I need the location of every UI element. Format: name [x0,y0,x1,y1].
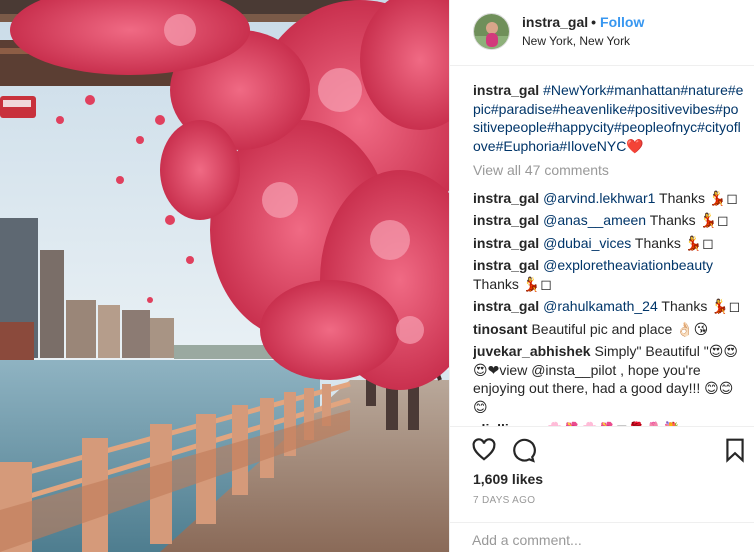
follow-button[interactable]: Follow [600,14,644,30]
add-comment-bar [450,522,754,552]
caption-username[interactable]: instra_gal [473,82,539,98]
comment-text: Thanks 💃◻ [631,234,714,251]
comment-text: Thanks 💃◻ [473,275,552,292]
comment-text: Thanks 💃◻ [655,189,738,206]
separator-dot: • [591,14,597,30]
post-side-panel: instra_gal • Follow New York, New York ins… [449,0,754,552]
comment-mention[interactable]: @anas__ameen [543,212,646,228]
avatar[interactable] [473,13,510,50]
timestamp[interactable]: 7 DAYS AGO [473,495,535,506]
comment-username[interactable]: tinosant [473,321,527,337]
caption: instra_gal #NewYork#manhattan#nature#epic… [473,81,745,155]
post-header: instra_gal • Follow New York, New York [450,0,754,66]
location-link[interactable]: New York, New York [522,34,630,48]
comment-mention[interactable]: @dubai_vices [543,235,631,251]
post-photo-art [0,0,449,552]
comment-item: juvekar_abhishek Simply" Beautiful "😍😍😍❤v… [473,342,745,416]
comment-item: instra_gal @anas__ameen Thanks 💃◻ [473,211,745,230]
view-all-comments-link[interactable]: View all 47 comments [473,161,745,180]
header-username-row: instra_gal • Follow [522,14,644,30]
comment-mention[interactable]: @rahulkamath_24 [543,298,658,314]
comment-mention[interactable]: @exploretheaviationbeauty [543,257,713,273]
comment-text: Thanks 💃◻ [657,298,741,314]
add-comment-input[interactable] [472,530,732,550]
comment-username[interactable]: instra_gal [473,235,539,251]
comment-username[interactable]: instra_gal [473,190,539,206]
bookmark-icon[interactable] [722,437,748,463]
comment-item: instra_gal @arvind.lekhwar1 Thanks 💃◻ [473,189,745,208]
comment-text: Beautiful pic and place 👌🏻😘 [531,320,709,337]
comments-section: instra_gal #NewYork#manhattan#nature#epic… [473,81,745,426]
comment-item: instra_gal @exploretheaviationbeauty Than… [473,256,745,293]
post-photo[interactable] [0,0,449,552]
comment-username[interactable]: instra_gal [473,212,539,228]
comment-item: instra_gal @rahulkamath_24 Thanks 💃◻ [473,297,745,316]
heart-icon[interactable] [471,437,497,463]
comment-username[interactable]: instra_gal [473,298,539,314]
header-username[interactable]: instra_gal [522,14,588,30]
like-count[interactable]: 1,609 likes [473,471,543,487]
comment-username[interactable]: instra_gal [473,257,539,273]
comment-item: tinosant Beautiful pic and place 👌🏻😘 [473,320,745,339]
comment-item: instra_gal @dubai_vices Thanks 💃◻ [473,234,745,253]
comment-text: Thanks 💃◻ [646,212,729,228]
comment-mention[interactable]: @arvind.lekhwar1 [543,190,655,206]
comment-username[interactable]: juvekar_abhishek [473,343,591,359]
avatar-image [474,14,509,49]
comment-bubble-icon[interactable] [510,437,536,463]
